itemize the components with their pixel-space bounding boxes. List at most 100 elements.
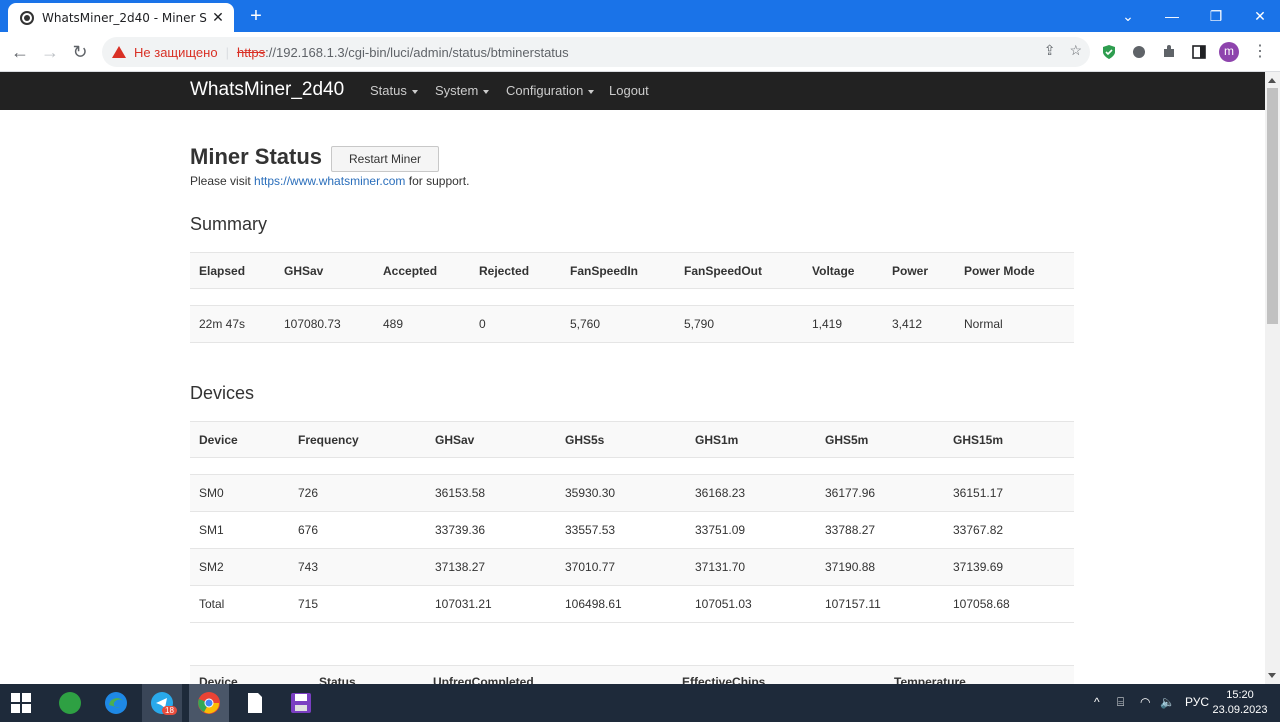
close-window-button[interactable]: ✕ [1240,0,1280,32]
table-cell: 0 [470,305,561,343]
taskbar-clock[interactable]: 15:20 23.09.2023 [1210,688,1270,718]
table-cell: 489 [374,305,470,343]
devices-status-table: Device Status UpfreqCompleted EffectiveC… [190,665,1074,684]
shield-extension-icon[interactable] [1101,44,1117,60]
summary-title: Summary [190,214,268,234]
url-path: ://192.168.1.3/cgi-bin/luci/admin/status… [265,44,569,60]
devices-header-row: Device Frequency GHSav GHS5s GHS1m GHS5m… [190,421,1074,458]
browser-menu-icon[interactable]: ⋮ [1252,41,1268,61]
floppy-save-app-icon[interactable] [289,691,313,715]
spacer-row [190,457,1074,475]
page-title: Miner Status [190,144,323,169]
profile-avatar[interactable]: m [1219,42,1239,62]
table-cell: 107051.03 [686,585,816,623]
language-indicator[interactable]: РУС [1185,695,1209,709]
caret-down-icon [483,89,490,94]
table-cell: 37131.70 [686,548,816,586]
bookmark-star-icon[interactable]: ☆ [1069,42,1082,59]
scroll-down-arrow-icon[interactable] [1268,673,1276,678]
table-row: 22m 47s 107080.73 489 0 5,760 5,790 1,41… [190,305,1074,343]
table-cell: 22m 47s [190,305,275,343]
nav-status[interactable]: Status [370,83,418,98]
volume-icon[interactable]: 🔈 [1160,695,1175,709]
windows-taskbar: 18 ^ ⌸ ◠ 🔈 РУС 15:20 23.09.2023 [0,684,1280,722]
browser-tab[interactable]: WhatsMiner_2d40 - Miner Status ✕ [8,3,234,32]
wifi-icon[interactable]: ◠ [1140,695,1150,709]
table-cell: 37190.88 [816,548,944,586]
col-elapsed: Elapsed [190,252,275,289]
col-power-mode: Power Mode [955,252,1074,289]
col-ghs5m: GHS5m [816,421,944,458]
tab-search-icon[interactable]: ⌄ [1108,0,1148,32]
extension-icon[interactable] [1131,44,1147,60]
col-device: Device [190,421,289,458]
browser-toolbar: ← → ↻ Не защищено | https ://192.168.1.3… [0,32,1280,72]
top-navbar: WhatsMiner_2d40 Status System Configurat… [0,72,1265,110]
table-row: Total 715 107031.21 106498.61 107051.03 … [190,585,1074,623]
support-link[interactable]: https://www.whatsminer.com [254,174,405,188]
table-cell: Total [190,585,289,623]
browser-tab-bar: WhatsMiner_2d40 - Miner Status ✕ + ⌄ — ❐… [0,0,1280,32]
page-scrollbar[interactable] [1265,72,1280,684]
table-cell: Normal [955,305,1074,343]
clock-date: 23.09.2023 [1212,704,1268,716]
windows-start-icon[interactable] [11,693,31,713]
minimize-button[interactable]: — [1152,0,1192,32]
summary-table: Elapsed GHSav Accepted Rejected FanSpeed… [190,252,1074,343]
table-cell: 715 [289,585,426,623]
col-fanspeedout: FanSpeedOut [675,252,803,289]
puzzle-icon[interactable] [1161,44,1177,60]
restore-button[interactable]: ❐ [1196,0,1236,32]
green-circle-app-icon[interactable] [58,691,82,715]
nav-configuration[interactable]: Configuration [506,83,595,98]
reload-button[interactable]: ↻ [68,40,92,64]
table-cell: 35930.30 [556,474,686,512]
address-bar[interactable]: Не защищено | https ://192.168.1.3/cgi-b… [102,37,1090,67]
whatsminer-favicon-icon [20,10,34,25]
table-cell: SM1 [190,511,289,549]
summary-header-row: Elapsed GHSav Accepted Rejected FanSpeed… [190,252,1074,289]
notepad-file-icon[interactable] [243,691,267,715]
col-device: Device [190,665,310,684]
scroll-up-arrow-icon[interactable] [1268,78,1276,83]
table-cell: 36151.17 [944,474,1074,512]
col-status: Status [310,665,424,684]
back-button[interactable]: ← [8,40,32,64]
col-accepted: Accepted [374,252,470,289]
col-rejected: Rejected [470,252,561,289]
table-cell: 107080.73 [275,305,374,343]
table-cell: 33557.53 [556,511,686,549]
col-upfreq-completed: UpfreqCompleted [424,665,673,684]
scrollbar-thumb[interactable] [1267,88,1278,324]
share-icon[interactable]: ⇪ [1044,42,1056,59]
forward-button[interactable]: → [38,40,62,64]
tab-close-icon[interactable]: ✕ [210,9,226,26]
table-cell: 36153.58 [426,474,556,512]
new-tab-button[interactable]: + [244,4,268,28]
restart-miner-button[interactable]: Restart Miner [331,146,439,172]
col-frequency: Frequency [289,421,426,458]
table-cell: 107157.11 [816,585,944,623]
col-voltage: Voltage [803,252,883,289]
table-cell: 106498.61 [556,585,686,623]
side-panel-icon[interactable] [1191,44,1207,60]
table-cell: 743 [289,548,426,586]
not-secure-label[interactable]: Не защищено [134,45,218,60]
tray-device-icon[interactable]: ⌸ [1117,695,1124,710]
nav-system[interactable]: System [435,83,490,98]
edge-browser-icon[interactable] [104,691,128,715]
chrome-icon[interactable] [197,691,221,715]
page-viewport: WhatsMiner_2d40 Status System Configurat… [0,72,1265,684]
table-cell: 33767.82 [944,511,1074,549]
table-cell: 5,760 [561,305,675,343]
brand-title[interactable]: WhatsMiner_2d40 [190,79,344,101]
tray-overflow-chevron-icon[interactable]: ^ [1094,695,1100,709]
col-ghs5s: GHS5s [556,421,686,458]
support-suffix: for support. [405,174,470,188]
table-cell: 1,419 [803,305,883,343]
col-effective-chips: EffectiveChips [673,665,885,684]
col-ghs1m: GHS1m [686,421,816,458]
telegram-badge: 18 [162,706,177,715]
nav-logout[interactable]: Logout [609,83,649,98]
devices-status-header-row: Device Status UpfreqCompleted EffectiveC… [190,665,1074,684]
